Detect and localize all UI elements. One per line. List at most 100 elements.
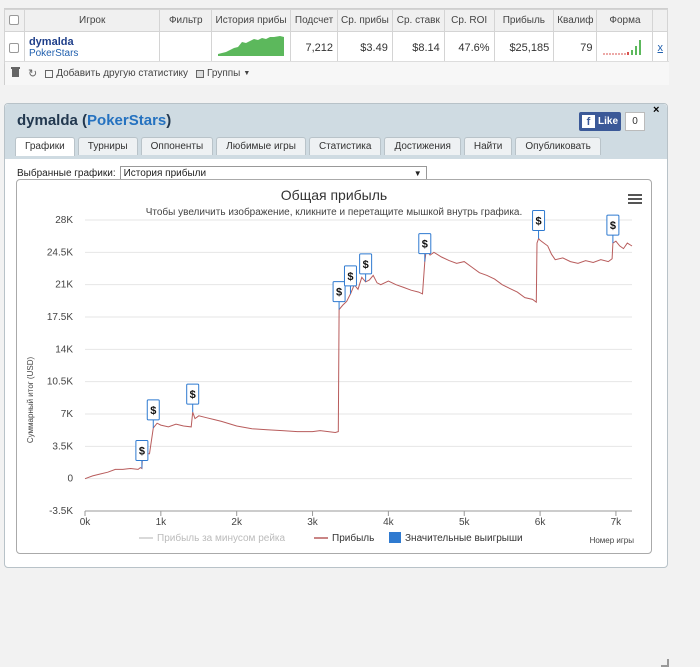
x-tick-label: 5k [459, 517, 471, 528]
refresh-icon[interactable]: ↻ [28, 67, 37, 80]
dollar-icon: $ [190, 389, 196, 401]
chart-container[interactable]: Общая прибыль Чтобы увеличить изображени… [16, 179, 652, 554]
add-stat-label: Добавить другую статистику [56, 68, 189, 79]
header-count[interactable]: Подсчет [290, 9, 338, 32]
remove-row-link[interactable]: x [652, 31, 668, 64]
dollar-icon: $ [347, 271, 353, 283]
big-win-flag[interactable]: $ [186, 383, 200, 413]
header-avg-roi[interactable]: Ср. ROI [443, 9, 495, 32]
panel-tabs: Графики Турниры Оппоненты Любимые игры С… [15, 137, 601, 156]
player-cell: dymalda PokerStars [23, 31, 161, 64]
chart-series [84, 237, 633, 480]
y-tick-label: 3.5K [52, 441, 73, 452]
stats-header-row: Игрок Фильтр История прибы Подсчет Ср. п… [4, 9, 668, 32]
qualif-cell: 79 [553, 31, 598, 64]
y-tick-label: 28K [55, 215, 73, 226]
legend-rake[interactable]: Прибыль за минусом рейка [157, 532, 286, 544]
x-axis-label: Номер игры [590, 536, 635, 545]
tab-find[interactable]: Найти [463, 137, 513, 155]
player-link[interactable]: dymalda [29, 36, 155, 48]
groups-dropdown[interactable]: Группы ▼ [196, 68, 250, 79]
header-profit[interactable]: Прибыль [493, 9, 555, 32]
profit-history-sparkline [211, 31, 292, 64]
y-tick-label: 21K [55, 280, 73, 291]
form-chart [603, 40, 642, 55]
header-remove [652, 9, 668, 32]
room-link[interactable]: PokerStars [29, 48, 155, 60]
big-win-flag[interactable]: $ [135, 440, 149, 469]
tab-opponents[interactable]: Оппоненты [140, 137, 214, 155]
y-tick-label: 7K [61, 409, 74, 420]
y-axis-label: Суммарный итог (USD) [26, 357, 35, 444]
x-tick-label: 0k [80, 517, 92, 528]
add-stat-button[interactable]: Добавить другую статистику [45, 68, 188, 79]
chart-select-label: Выбранные графики: [17, 168, 116, 179]
big-win-flag[interactable]: $ [343, 265, 357, 294]
dollar-icon: $ [150, 405, 156, 417]
chart-subtitle: Чтобы увеличить изображение, кликните и … [146, 206, 523, 218]
resize-handle[interactable] [661, 659, 669, 667]
header-player[interactable]: Игрок [23, 9, 161, 32]
add-stat-icon [45, 69, 54, 78]
tab-favorite-games[interactable]: Любимые игры [216, 137, 306, 155]
tab-charts[interactable]: Графики [15, 137, 75, 156]
stats-table: Игрок Фильтр История прибы Подсчет Ср. п… [4, 9, 668, 64]
facebook-like-widget: f Like 0 [579, 112, 645, 131]
chevron-down-icon: ▼ [243, 70, 251, 77]
facebook-like-count: 0 [625, 112, 645, 131]
x-tick-label: 7k [611, 517, 623, 528]
table-row: dymalda PokerStars 7,212 $3.49 $8.14 47.… [4, 31, 668, 64]
header-filter[interactable]: Фильтр [159, 9, 213, 32]
row-select-cell[interactable] [4, 31, 25, 64]
menu-icon[interactable] [628, 194, 642, 204]
tab-achievements[interactable]: Достижения [384, 137, 461, 155]
y-tick-label: 0 [67, 474, 73, 485]
legend-bigwin[interactable]: Значительные выигрыши [405, 533, 523, 544]
tab-publish[interactable]: Опубликовать [515, 137, 601, 155]
y-tick-label: 17.5K [47, 312, 73, 323]
chart-title: Общая прибыль [281, 187, 387, 203]
form-cell [596, 31, 654, 64]
y-tick-label: -3.5K [49, 506, 73, 517]
big-win-flag[interactable]: $ [418, 233, 432, 262]
panel-room-link[interactable]: PokerStars [87, 112, 166, 129]
x-tick-label: 2k [231, 517, 243, 528]
dollar-icon: $ [610, 220, 616, 232]
profit-cell: $25,185 [493, 31, 555, 64]
dollar-icon: $ [363, 259, 369, 271]
header-qualif[interactable]: Квалиф [553, 9, 598, 32]
select-all-checkbox[interactable] [9, 15, 20, 26]
avg-roi-cell: 47.6% [443, 31, 495, 64]
header-profit-history[interactable]: История прибы [211, 9, 292, 32]
x-axis-ticks: 0k 1k 2k 3k 4k 5k 6k 7k [80, 510, 632, 528]
header-form[interactable]: Форма [596, 9, 654, 32]
close-icon[interactable]: × [653, 104, 659, 116]
x-tick-label: 3k [307, 517, 319, 528]
tab-statistics[interactable]: Статистика [308, 137, 382, 155]
row-checkbox[interactable] [9, 42, 20, 53]
trash-icon[interactable] [11, 67, 20, 80]
sparkline-chart [218, 36, 285, 56]
y-axis-ticks: -3.5K 0 3.5K 7K 10.5K 14K 17.5K 21K 24.5K 28K [47, 215, 74, 517]
filter-cell[interactable] [159, 31, 213, 64]
x-tick-label: 6k [535, 517, 547, 528]
big-win-flag[interactable]: $ [532, 209, 546, 239]
stats-toolbar: ↻ Добавить другую статистику Группы ▼ [5, 61, 669, 85]
y-tick-label: 24.5K [47, 247, 73, 258]
x-tick-label: 1k [156, 517, 168, 528]
chart-legend: Прибыль за минусом рейка Прибыль Значите… [139, 532, 523, 544]
avg-stake-cell: $8.14 [391, 31, 445, 64]
profit-chart[interactable]: Общая прибыль Чтобы увеличить изображени… [17, 180, 651, 553]
facebook-like-button[interactable]: f Like [579, 112, 621, 131]
y-tick-label: 14K [55, 344, 73, 355]
avg-profit-cell: $3.49 [337, 31, 393, 64]
chart-select-value: История прибыли [123, 168, 207, 179]
tab-tournaments[interactable]: Турниры [77, 137, 138, 155]
header-avg-profit[interactable]: Ср. прибы [337, 9, 393, 32]
legend-profit[interactable]: Прибыль [332, 532, 374, 544]
x-tick-label: 4k [383, 517, 395, 528]
select-all-header[interactable] [4, 9, 25, 32]
big-win-flag[interactable]: $ [606, 214, 620, 244]
header-avg-stake[interactable]: Ср. ставк [391, 9, 445, 32]
big-win-flag[interactable]: $ [332, 281, 346, 310]
